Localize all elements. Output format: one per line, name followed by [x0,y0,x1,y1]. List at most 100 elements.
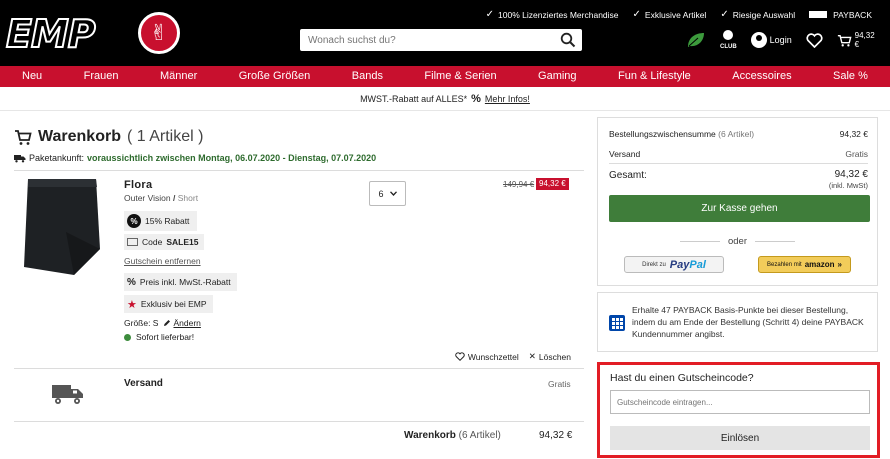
in-stock-dot-icon [124,333,131,341]
sale-price: 94,32 € [536,178,569,190]
paypal-button[interactable]: Direkt zu PayPal [624,256,724,273]
product-image[interactable] [22,177,102,277]
star-icon: ★ [127,298,137,311]
delete-item-button[interactable]: ✕ Löschen [529,351,571,362]
product-name[interactable]: Flora [124,179,152,191]
divider [14,368,584,369]
voucher-code-input[interactable] [610,390,870,414]
truck-icon [52,385,83,404]
club-link[interactable]: CLUB [720,30,737,50]
edit-size-button[interactable]: Ändern [163,318,201,328]
usp-payback[interactable]: PAYBACK [809,9,872,20]
heart-icon [806,32,823,48]
voucher-title: Hast du einen Gutscheincode? [610,372,754,384]
checkout-button[interactable]: Zur Kasse gehen [609,195,870,222]
check-icon: ✓ [720,9,729,20]
heart-icon [455,352,465,361]
voucher-code-tag: Code SALE15 [124,234,205,250]
wishlist-link[interactable] [806,32,823,48]
payback-text: Erhalte 47 PAYBACK Basis-Punkte bei dies… [632,305,864,339]
exclusive-tag: ★ Exklusiv bei EMP [124,295,213,313]
shipping-value: Gratis [548,379,571,389]
percent-icon: % [127,276,136,288]
usp-item: ✓ 100% Lizenziertes Merchandise [485,9,619,20]
more-info-link[interactable]: Mehr Infos! [485,94,530,104]
payback-icon [609,315,625,331]
payback-info: Erhalte 47 PAYBACK Basis-Punkte bei dies… [597,292,878,352]
product-brand: Outer Vision / Short [124,193,199,203]
cart-subtotal-value: 94,32 € [539,430,573,441]
cart-icon [15,129,32,145]
usp-list: ✓ 100% Lizenziertes Merchandise ✓ Exklusiv… [486,9,872,20]
pencil-icon [164,320,171,326]
cart-icon [837,34,852,46]
divider [14,170,584,171]
cart-item-count: ( 1 Artikel ) [126,128,204,145]
size-row: Größe: S Ändern [124,318,201,328]
summary-subtotal-value: 94,32 € [839,129,868,139]
paypal-logo: PayPal [669,258,706,271]
vat-notice: MWST.-Rabatt auf ALLES* % Mehr Infos! [0,87,890,111]
quantity-select[interactable]: 6 [369,181,406,206]
percent-icon: % [471,92,481,105]
nav-item-frauen[interactable]: Frauen [84,66,119,87]
cart-heading: Warenkorb ( 1 Artikel ) [14,128,203,146]
logo-wordmark: EMP [5,11,97,57]
amazon-pay-button[interactable]: Bezahlen mit amazon » [758,256,851,273]
close-icon: ✕ [528,351,536,361]
truck-icon [14,154,26,162]
nav-item-maenner[interactable]: Männer [160,66,197,87]
cart-link[interactable]: 94,32 € [837,31,878,49]
nav-item-bands[interactable]: Bands [352,66,383,87]
header-cart-total: 94,32 € [854,31,875,49]
delivery-estimate: Paketankunft: voraussichtlich zwischen M… [14,153,376,163]
sustainability-link[interactable] [686,31,706,49]
chevron-down-icon [389,191,397,196]
remove-voucher-link[interactable]: Gutschein entfernen [124,256,201,266]
ticket-icon [127,238,138,246]
check-icon: ✓ [632,9,641,20]
nav-item-sale[interactable]: Sale % [833,66,868,87]
nav-item-accessoires[interactable]: Accessoires [732,66,791,87]
nav-item-gaming[interactable]: Gaming [538,66,577,87]
main-nav: Neu Frauen Männer Große Größen Bands Fil… [0,66,890,87]
search-input[interactable] [300,29,550,51]
usp-item: ✓ Riesige Auswahl [720,9,796,20]
stock-status: Sofort lieferbar! [124,332,194,342]
chevron-right-icon: » [837,260,842,269]
summary-total-value: 94,32 € [834,169,868,180]
summary-shipping-value: Gratis [845,149,868,159]
order-summary: Bestellungszwischensumme (6 Artikel) 94,… [597,117,878,286]
redeem-voucher-button[interactable]: Einlösen [610,426,870,450]
item-actions: Wunschzettel ✕ Löschen [455,351,571,362]
search-bar [300,29,582,51]
notice-text: MWST.-Rabatt auf ALLES* [360,93,468,104]
summary-total-label: Gesamt: [609,170,647,181]
divider [14,421,584,422]
cart-subtotal-label: Warenkorb (6 Artikel) [404,430,501,441]
amazon-logo: amazon [804,260,835,269]
nav-item-fun-lifestyle[interactable]: Fun & Lifestyle [618,66,691,87]
rock-hand-icon: ✌ [138,12,180,54]
nav-item-filme-serien[interactable]: Filme & Serien [424,66,496,87]
payback-card-icon [809,11,828,18]
usp-item: ✓ Exklusive Artikel [632,9,707,20]
leaf-icon [688,33,704,47]
vat-tag: % Preis inkl. MwSt.-Rabatt [124,273,237,291]
user-icon [750,32,767,48]
check-icon: ✓ [485,9,495,20]
voucher-box: Hast du einen Gutscheincode? Einlösen [597,362,880,458]
summary-subtotal-label: Bestellungszwischensumme (6 Artikel) [609,129,755,139]
emp-logo[interactable]: EMP ✌ [5,10,180,58]
summary-tax-note: (inkl. MwSt) [828,181,868,190]
top-header: EMP ✌ ✓ 100% Lizenziertes Merchandise ✓ Ex… [0,0,890,66]
header-icons: CLUB Login 94,32 € [686,30,890,50]
size-label: Größe: S [124,318,159,328]
nav-item-neu[interactable]: Neu [22,66,42,87]
page-title: Warenkorb [38,128,121,145]
login-link[interactable]: Login [750,32,792,48]
search-icon[interactable] [560,32,576,48]
add-to-wishlist-button[interactable]: Wunschzettel [455,351,519,362]
discount-tag: % 15% Rabatt [124,211,198,231]
nav-item-grosse-groessen[interactable]: Große Größen [239,66,311,87]
